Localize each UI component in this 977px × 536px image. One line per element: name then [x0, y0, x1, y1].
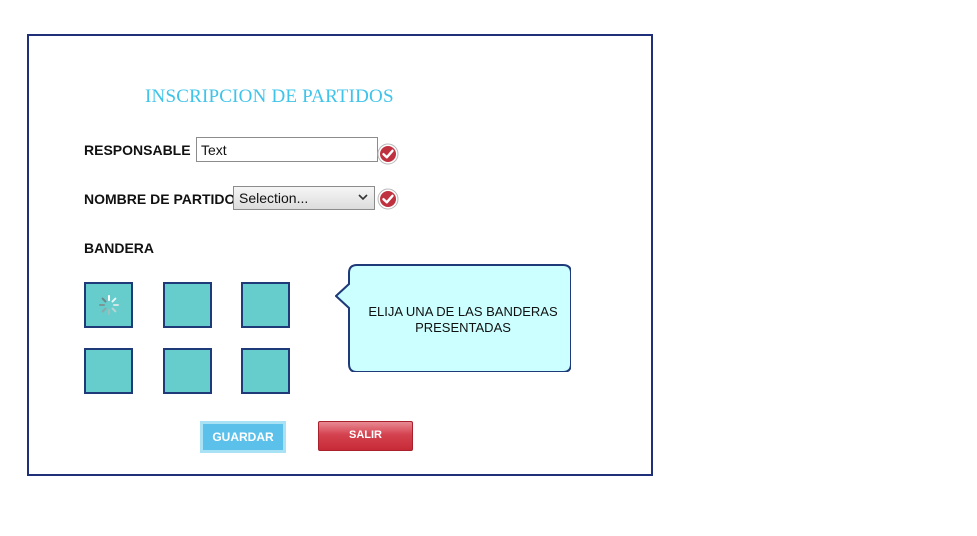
hint-tooltip: ELIJA UNA DE LAS BANDERAS PRESENTADAS [335, 264, 571, 372]
tooltip-text: ELIJA UNA DE LAS BANDERAS PRESENTADAS [351, 304, 575, 336]
flag-option-3[interactable] [241, 282, 290, 328]
page-title: INSCRIPCION DE PARTIDOS [145, 86, 394, 107]
flag-option-5[interactable] [163, 348, 212, 394]
select-value: Selection... [239, 190, 309, 206]
guardar-button[interactable]: GUARDAR [200, 421, 286, 453]
nombre-partido-select[interactable]: Selection... [233, 186, 375, 210]
nombre-partido-label: NOMBRE DE PARTIDO [84, 191, 236, 207]
tooltip-line-2: PRESENTADAS [415, 320, 511, 335]
flag-option-4[interactable] [84, 348, 133, 394]
check-circle-icon [377, 143, 399, 165]
responsable-label: RESPONSABLE [84, 142, 191, 158]
check-circle-icon [377, 188, 399, 210]
form-panel: INSCRIPCION DE PARTIDOS RESPONSABLE NOMB… [27, 34, 653, 476]
bandera-label: BANDERA [84, 240, 154, 256]
flag-option-6[interactable] [241, 348, 290, 394]
spinner-icon [99, 295, 119, 315]
chevron-down-icon [358, 190, 368, 207]
responsable-input[interactable] [196, 137, 378, 162]
salir-button[interactable]: SALIR [318, 421, 413, 451]
flag-option-1[interactable] [84, 282, 133, 328]
flag-option-2[interactable] [163, 282, 212, 328]
tooltip-line-1: ELIJA UNA DE LAS BANDERAS [368, 304, 558, 319]
